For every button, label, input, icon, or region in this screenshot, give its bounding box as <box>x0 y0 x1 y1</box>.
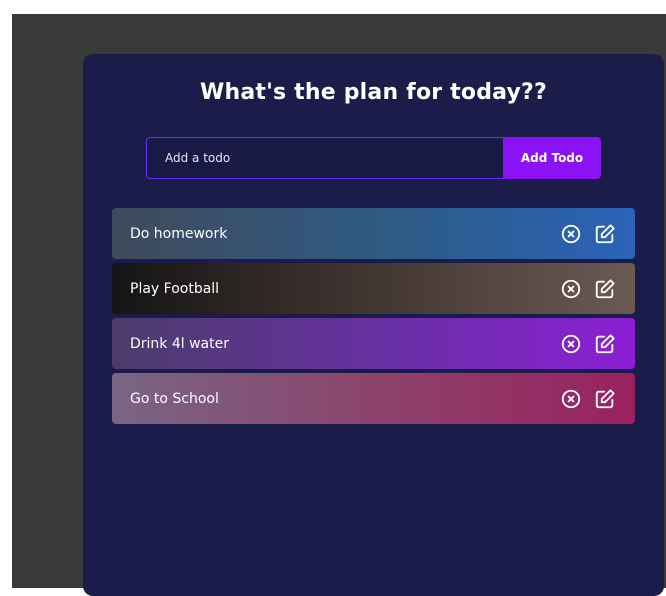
edit-icon[interactable] <box>594 333 616 355</box>
todo-item: Go to School <box>112 373 635 424</box>
todo-item-text: Do homework <box>130 225 228 242</box>
todo-item-actions <box>560 333 616 355</box>
todo-item-text: Drink 4l water <box>130 335 229 352</box>
page-background: What's the plan for today?? Add Todo Do … <box>12 14 666 596</box>
todo-item-actions <box>560 278 616 300</box>
close-circle-icon[interactable] <box>560 388 582 410</box>
edit-icon[interactable] <box>594 388 616 410</box>
close-circle-icon[interactable] <box>560 333 582 355</box>
close-circle-icon[interactable] <box>560 278 582 300</box>
page-title: What's the plan for today?? <box>199 80 547 105</box>
todo-item: Do homework <box>112 208 635 259</box>
todo-form: Add Todo <box>146 137 601 179</box>
edit-icon[interactable] <box>594 278 616 300</box>
todo-app-card: What's the plan for today?? Add Todo Do … <box>83 54 664 596</box>
todo-item: Play Football <box>112 263 635 314</box>
add-todo-button[interactable]: Add Todo <box>503 137 601 179</box>
todo-item-text: Go to School <box>130 390 219 407</box>
todo-input[interactable] <box>146 137 503 179</box>
close-circle-icon[interactable] <box>560 223 582 245</box>
todo-item-actions <box>560 388 616 410</box>
edit-icon[interactable] <box>594 223 616 245</box>
todo-item-text: Play Football <box>130 280 220 297</box>
todo-item-actions <box>560 223 616 245</box>
todo-item: Drink 4l water <box>112 318 635 369</box>
todo-list: Do homework Play Football Drink 4l water… <box>112 208 635 428</box>
